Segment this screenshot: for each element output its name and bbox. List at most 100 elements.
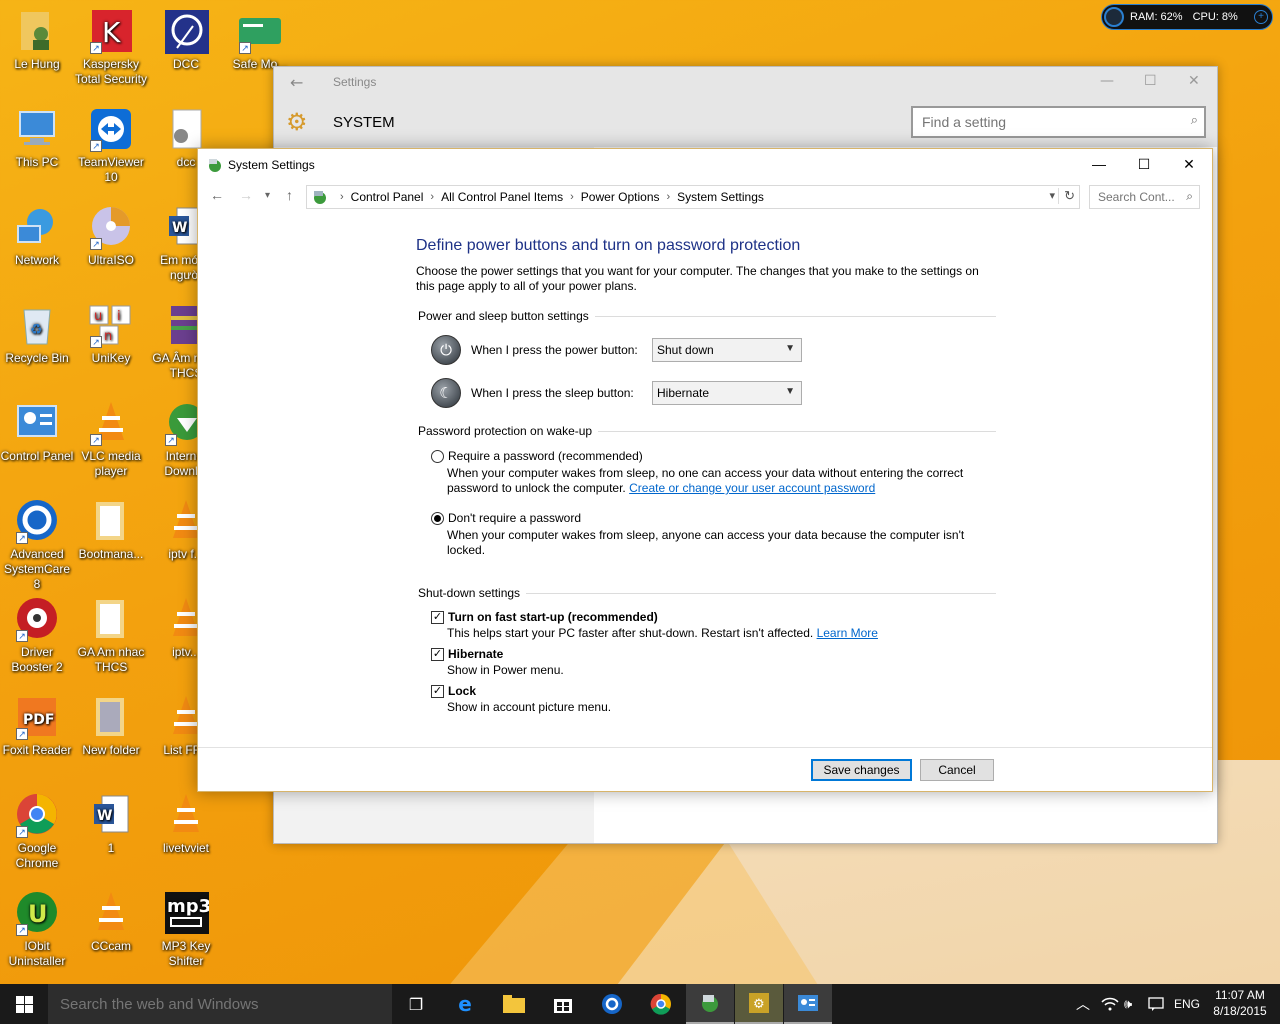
input-language[interactable]: ENG [1174, 984, 1200, 1024]
desktop-icon-mp3-key-shifter[interactable]: mp3 MP3 Key Shifter [148, 890, 224, 969]
group-label: Power and sleep button settings [418, 309, 589, 323]
hibernate-option[interactable]: ✓ Hibernate [431, 646, 996, 662]
intro-line: this page apply to all of your power pla… [416, 279, 637, 293]
task-view-icon[interactable]: ❐ [392, 984, 440, 1024]
settings-taskbar-icon[interactable]: ⚙ [735, 984, 783, 1024]
close-icon[interactable]: ✕ [1166, 153, 1212, 177]
desktop-icon-this-pc[interactable]: This PC [0, 106, 75, 170]
breadcrumb-power-options[interactable]: Power Options [581, 190, 660, 204]
breadcrumb-system-settings[interactable]: System Settings [677, 190, 764, 204]
action-center-icon[interactable] [1148, 984, 1164, 1024]
edge-browser-icon[interactable]: e [441, 984, 489, 1024]
desktop-icon-kaspersky[interactable]: K ↗ Kaspersky Total Security [73, 8, 149, 87]
address-dropdown-icon[interactable]: ▾ [1049, 189, 1055, 202]
wifi-icon[interactable] [1101, 984, 1119, 1024]
desktop-icon-ultraiso[interactable]: ↗ UltraISO [73, 204, 149, 268]
desktop-icon-recycle-bin[interactable]: ♻ Recycle Bin [0, 302, 75, 366]
volume-icon[interactable]: 🕪 [1124, 984, 1132, 1024]
back-arrow-icon[interactable]: ← [210, 187, 224, 203]
learn-more-link[interactable]: Learn More [817, 626, 878, 640]
desktop-icon-label: livetvviet [162, 841, 209, 855]
back-arrow-icon[interactable]: ← [290, 73, 303, 92]
desktop-icon-network[interactable]: Network [0, 204, 75, 268]
desktop-icon-cccam[interactable]: CCcam [73, 890, 149, 954]
breadcrumb-all-items[interactable]: All Control Panel Items [441, 190, 563, 204]
breadcrumb-separator-icon: › [666, 191, 671, 203]
checkbox-label[interactable]: Turn on fast start-up (recommended) [448, 610, 658, 624]
lock-checkbox[interactable]: ✓ [431, 684, 444, 698]
maximize-icon[interactable]: ☐ [1144, 73, 1157, 89]
sleep-button-select[interactable]: Hibernate ▼ [652, 381, 802, 405]
no-password-option[interactable]: Don't require a password [431, 510, 996, 526]
search-control-panel-box[interactable]: ⌕ [1089, 185, 1200, 209]
power-options-taskbar-icon[interactable] [686, 984, 734, 1024]
control-panel-icon [314, 191, 326, 204]
create-password-link[interactable]: Create or change your user account passw… [629, 481, 875, 495]
desktop-icon-livetvviet[interactable]: livetvviet [148, 792, 224, 856]
checkbox-label[interactable]: Lock [448, 684, 476, 698]
find-setting-input[interactable] [913, 108, 1163, 136]
desktop-icon-control-panel[interactable]: Control Panel [0, 400, 75, 464]
up-arrow-icon[interactable]: ↑ [286, 187, 293, 203]
desktop-icon-le-hung[interactable]: Le Hung [0, 8, 75, 72]
clock[interactable]: 11:07 AM 8/18/2015 [1208, 987, 1272, 1019]
system-settings-window[interactable]: System Settings — ☐ ✕ ← → ▾ ↑ › Control … [197, 148, 1213, 792]
breadcrumb[interactable]: › Control Panel › All Control Panel Item… [306, 185, 1080, 209]
cancel-button[interactable]: Cancel [920, 759, 994, 781]
taskbar-search-input[interactable] [48, 984, 378, 1024]
desktop-icon-safe-money[interactable]: ↗ Safe Mo... [222, 8, 298, 72]
fast-startup-checkbox[interactable]: ✓ [431, 610, 444, 624]
fast-startup-option[interactable]: ✓ Turn on fast start-up (recommended) [431, 609, 996, 625]
desktop-icon-teamviewer[interactable]: ↗ TeamViewer 10 [73, 106, 149, 185]
store-icon[interactable] [539, 984, 587, 1024]
desktop-icon-driver-booster[interactable]: ↗ Driver Booster 2 [0, 596, 75, 675]
hibernate-checkbox[interactable]: ✓ [431, 647, 444, 661]
forward-arrow-icon[interactable]: → [239, 187, 253, 203]
desktop-icon-label: This PC [15, 155, 59, 169]
checkbox-label[interactable]: Hibernate [448, 647, 503, 661]
desktop-icon-vlc[interactable]: ↗ VLC media player [73, 400, 149, 479]
chrome-taskbar-icon[interactable] [637, 984, 685, 1024]
systemcare-taskbar-icon[interactable] [588, 984, 636, 1024]
save-changes-button[interactable]: Save changes [811, 759, 912, 781]
desktop-icon-iobit-uninstaller[interactable]: U ↗ IObit Uninstaller [0, 890, 75, 969]
radio-label[interactable]: Don't require a password [448, 511, 581, 525]
require-password-option[interactable]: Require a password (recommended) [431, 448, 996, 464]
maximize-icon[interactable]: ☐ [1121, 153, 1167, 177]
desktop-icon-ga-am-nhac-folder[interactable]: GA Am nhac THCS [73, 596, 149, 675]
desktop-icon-label: New folder [82, 743, 140, 757]
group-label: Password protection on wake-up [418, 424, 593, 438]
desktop-icon-advanced-systemcare[interactable]: ↗ Advanced SystemCare 8 [0, 498, 75, 592]
breadcrumb-control-panel[interactable]: Control Panel [351, 190, 424, 204]
start-button[interactable] [0, 984, 48, 1024]
no-password-radio[interactable] [431, 511, 444, 525]
lock-option[interactable]: ✓ Lock [431, 683, 996, 699]
expand-icon[interactable]: + [1254, 10, 1268, 24]
desc-line: locked. [447, 543, 486, 557]
recent-pages-chevron-icon[interactable]: ▾ [265, 190, 270, 201]
require-password-radio[interactable] [431, 449, 444, 463]
control-panel-taskbar-icon[interactable] [784, 984, 832, 1024]
desktop-icon-unikey[interactable]: uin ↗ UniKey [73, 302, 149, 366]
power-button-select[interactable]: Shut down ▼ [652, 338, 802, 362]
resource-monitor-widget[interactable]: RAM: 62% CPU: 8% + [1101, 4, 1273, 30]
close-icon[interactable]: ✕ [1188, 73, 1200, 89]
desktop-icon-foxit[interactable]: PDF ↗ Foxit Reader [0, 694, 75, 758]
desktop-icon-new-folder[interactable]: New folder [73, 694, 149, 758]
computer-icon [14, 106, 60, 152]
minimize-icon[interactable]: — [1100, 73, 1114, 89]
show-hidden-icons-chevron[interactable]: ︿ [1076, 984, 1090, 1024]
dialog-content: Define power buttons and turn on passwor… [416, 237, 996, 715]
desktop-icon-bootmanager[interactable]: Bootmana... [73, 498, 149, 562]
taskbar-search-box[interactable] [48, 984, 392, 1024]
clock-time: 11:07 AM [1215, 988, 1265, 1002]
radio-label[interactable]: Require a password (recommended) [448, 449, 643, 463]
desktop-icon-chrome[interactable]: ↗ Google Chrome [0, 792, 75, 871]
desktop-icon-dcc[interactable]: DCC [148, 8, 224, 72]
refresh-icon[interactable]: ↻ [1058, 188, 1075, 204]
desktop-icon-word-1[interactable]: W 1 [73, 792, 149, 856]
minimize-icon[interactable]: — [1076, 153, 1122, 177]
file-explorer-icon[interactable] [490, 984, 538, 1024]
find-setting-box[interactable]: ⌕ [911, 106, 1206, 138]
search-control-panel-input[interactable] [1090, 186, 1178, 208]
